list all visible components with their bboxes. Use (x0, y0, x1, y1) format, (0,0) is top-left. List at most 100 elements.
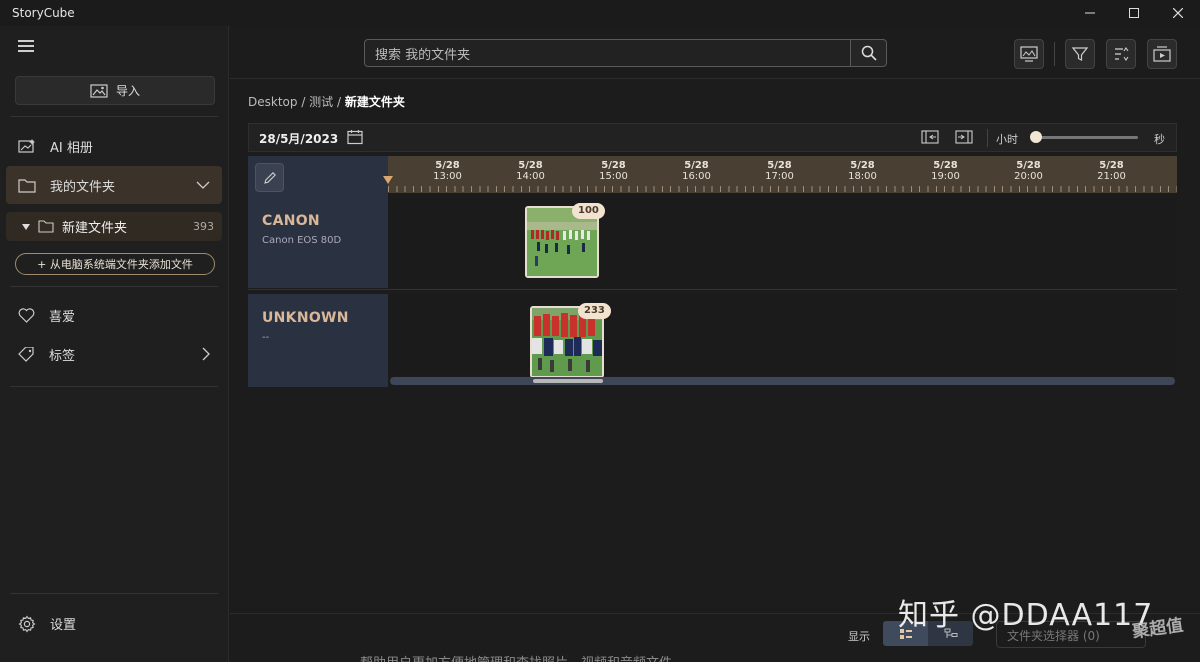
timeline-scrollbar-thumb[interactable] (533, 379, 603, 383)
sidebar-item-label: 我的文件夹 (50, 179, 116, 195)
story-button[interactable] (1147, 39, 1177, 69)
filter-button[interactable] (1065, 39, 1095, 69)
sort-button[interactable] (1106, 39, 1136, 69)
ruler-ticks (388, 186, 1177, 192)
tick-date: 5/28 (1016, 160, 1041, 171)
row-name: UNKNOWN (262, 310, 349, 326)
tick-date: 5/28 (518, 160, 543, 171)
photo-count-badge: 100 (572, 203, 605, 219)
ruler-tick-label: 5/28 15:00 (589, 160, 639, 182)
jump-end-icon[interactable] (955, 130, 973, 144)
filter-icon (1072, 47, 1088, 61)
breadcrumb-current: 新建文件夹 (344, 95, 405, 109)
jump-start-icon[interactable] (921, 130, 939, 144)
tick-time: 16:00 (682, 171, 711, 182)
hamburger-menu-icon[interactable] (18, 40, 34, 52)
ruler-tick-label: 5/28 17:00 (755, 160, 805, 182)
video-story-icon (1153, 46, 1171, 62)
breadcrumb: Desktop / 测试 / 新建文件夹 (248, 95, 405, 109)
sidebar: 导入 AI 相册 我的文件夹 新建文件夹 393 + 从电脑系统端文件夹添加文件… (0, 26, 229, 662)
import-label: 导入 (115, 84, 140, 98)
toolbar-divider (230, 78, 1200, 79)
caption-text: 帮助用户更加方便地管理和查找照片、视频和音频文件 (360, 652, 672, 662)
second-label: 秒 (1154, 133, 1165, 146)
maximize-icon (1129, 8, 1139, 18)
gear-icon (18, 615, 36, 632)
row-label-canon[interactable]: CANON Canon EOS 80D (248, 197, 388, 288)
ruler-tick-label: 5/28 21:00 (1087, 160, 1137, 182)
caret-down-icon (22, 223, 30, 230)
minimize-button[interactable] (1068, 0, 1112, 26)
sidebar-divider (10, 386, 218, 387)
calendar-icon[interactable] (347, 129, 363, 145)
edit-button[interactable] (255, 163, 284, 192)
row-label-unknown[interactable]: UNKNOWN -- (248, 294, 388, 387)
breadcrumb-test[interactable]: 测试 (309, 95, 333, 109)
zoom-slider-thumb[interactable] (1030, 131, 1042, 143)
tick-date: 5/28 (435, 160, 460, 171)
folder-icon (38, 220, 54, 233)
image-import-icon (90, 83, 108, 98)
close-button[interactable] (1156, 0, 1200, 26)
sidebar-divider (10, 116, 218, 117)
sort-icon (1115, 47, 1129, 61)
timeline-scrollbar[interactable] (390, 377, 1175, 385)
slideshow-button[interactable] (1014, 39, 1044, 69)
row-name: CANON (262, 213, 320, 229)
tick-time: 21:00 (1097, 171, 1126, 182)
tick-time: 15:00 (599, 171, 628, 182)
row-divider (248, 289, 1177, 290)
zoom-slider[interactable] (1034, 136, 1138, 139)
tick-time: 14:00 (516, 171, 545, 182)
sidebar-item-favorites[interactable]: 喜爱 (6, 296, 222, 334)
add-files-label: + 从电脑系统端文件夹添加文件 (37, 258, 193, 271)
tick-date: 5/28 (933, 160, 958, 171)
subfolder-label: 新建文件夹 (62, 221, 128, 236)
pencil-icon (263, 171, 276, 184)
tick-time: 19:00 (931, 171, 960, 182)
watermark-text: 知乎 @DDAA117 (898, 598, 1154, 633)
search-button[interactable] (850, 39, 887, 67)
sidebar-item-ai-album[interactable]: AI 相册 (6, 127, 222, 165)
subfolder-count: 393 (193, 220, 214, 233)
close-icon (1173, 8, 1183, 18)
tick-time: 17:00 (765, 171, 794, 182)
ai-album-icon (18, 139, 35, 153)
heart-icon (18, 307, 35, 323)
ruler-tick-label: 5/28 14:00 (506, 160, 556, 182)
breadcrumb-desktop[interactable]: Desktop (248, 95, 298, 109)
subfolder-item[interactable]: 新建文件夹 393 (6, 212, 222, 241)
display-label: 显示 (848, 630, 870, 643)
add-files-button[interactable]: + 从电脑系统端文件夹添加文件 (15, 253, 215, 275)
title-bar: StoryCube (0, 0, 1200, 26)
maximize-button[interactable] (1112, 0, 1156, 26)
hour-label: 小时 (996, 133, 1018, 146)
search-input[interactable]: 搜索 我的文件夹 (364, 39, 851, 67)
tick-date: 5/28 (1099, 160, 1124, 171)
window-controls (1068, 0, 1200, 26)
tick-time: 18:00 (848, 171, 877, 182)
playhead-marker-icon[interactable] (383, 176, 393, 184)
sidebar-item-tags[interactable]: 标签 (6, 335, 222, 373)
ruler-tick-label: 5/28 16:00 (672, 160, 722, 182)
ruler-tick-label: 5/28 20:00 (1004, 160, 1054, 182)
ruler-tick-label: 5/28 13:00 (423, 160, 473, 182)
sidebar-item-my-folders[interactable]: 我的文件夹 (6, 166, 222, 204)
sidebar-divider (10, 593, 218, 594)
folder-icon (18, 178, 36, 193)
search-placeholder: 搜索 我的文件夹 (375, 47, 471, 63)
search-icon (861, 45, 877, 61)
row-lane-canon (388, 197, 1177, 288)
tick-date: 5/28 (684, 160, 709, 171)
photo-count-badge: 233 (578, 303, 611, 319)
settings-label: 设置 (50, 618, 77, 633)
row-model: Canon EOS 80D (262, 235, 342, 246)
chevron-right-icon[interactable] (202, 347, 210, 361)
current-date: 28/5月/2023 (259, 132, 339, 146)
chevron-down-icon[interactable] (196, 181, 210, 189)
ruler-tick-label: 5/28 18:00 (838, 160, 888, 182)
import-button[interactable]: 导入 (15, 76, 215, 105)
tick-date: 5/28 (767, 160, 792, 171)
settings-button[interactable]: 设置 (18, 614, 76, 633)
minimize-icon (1085, 12, 1095, 14)
